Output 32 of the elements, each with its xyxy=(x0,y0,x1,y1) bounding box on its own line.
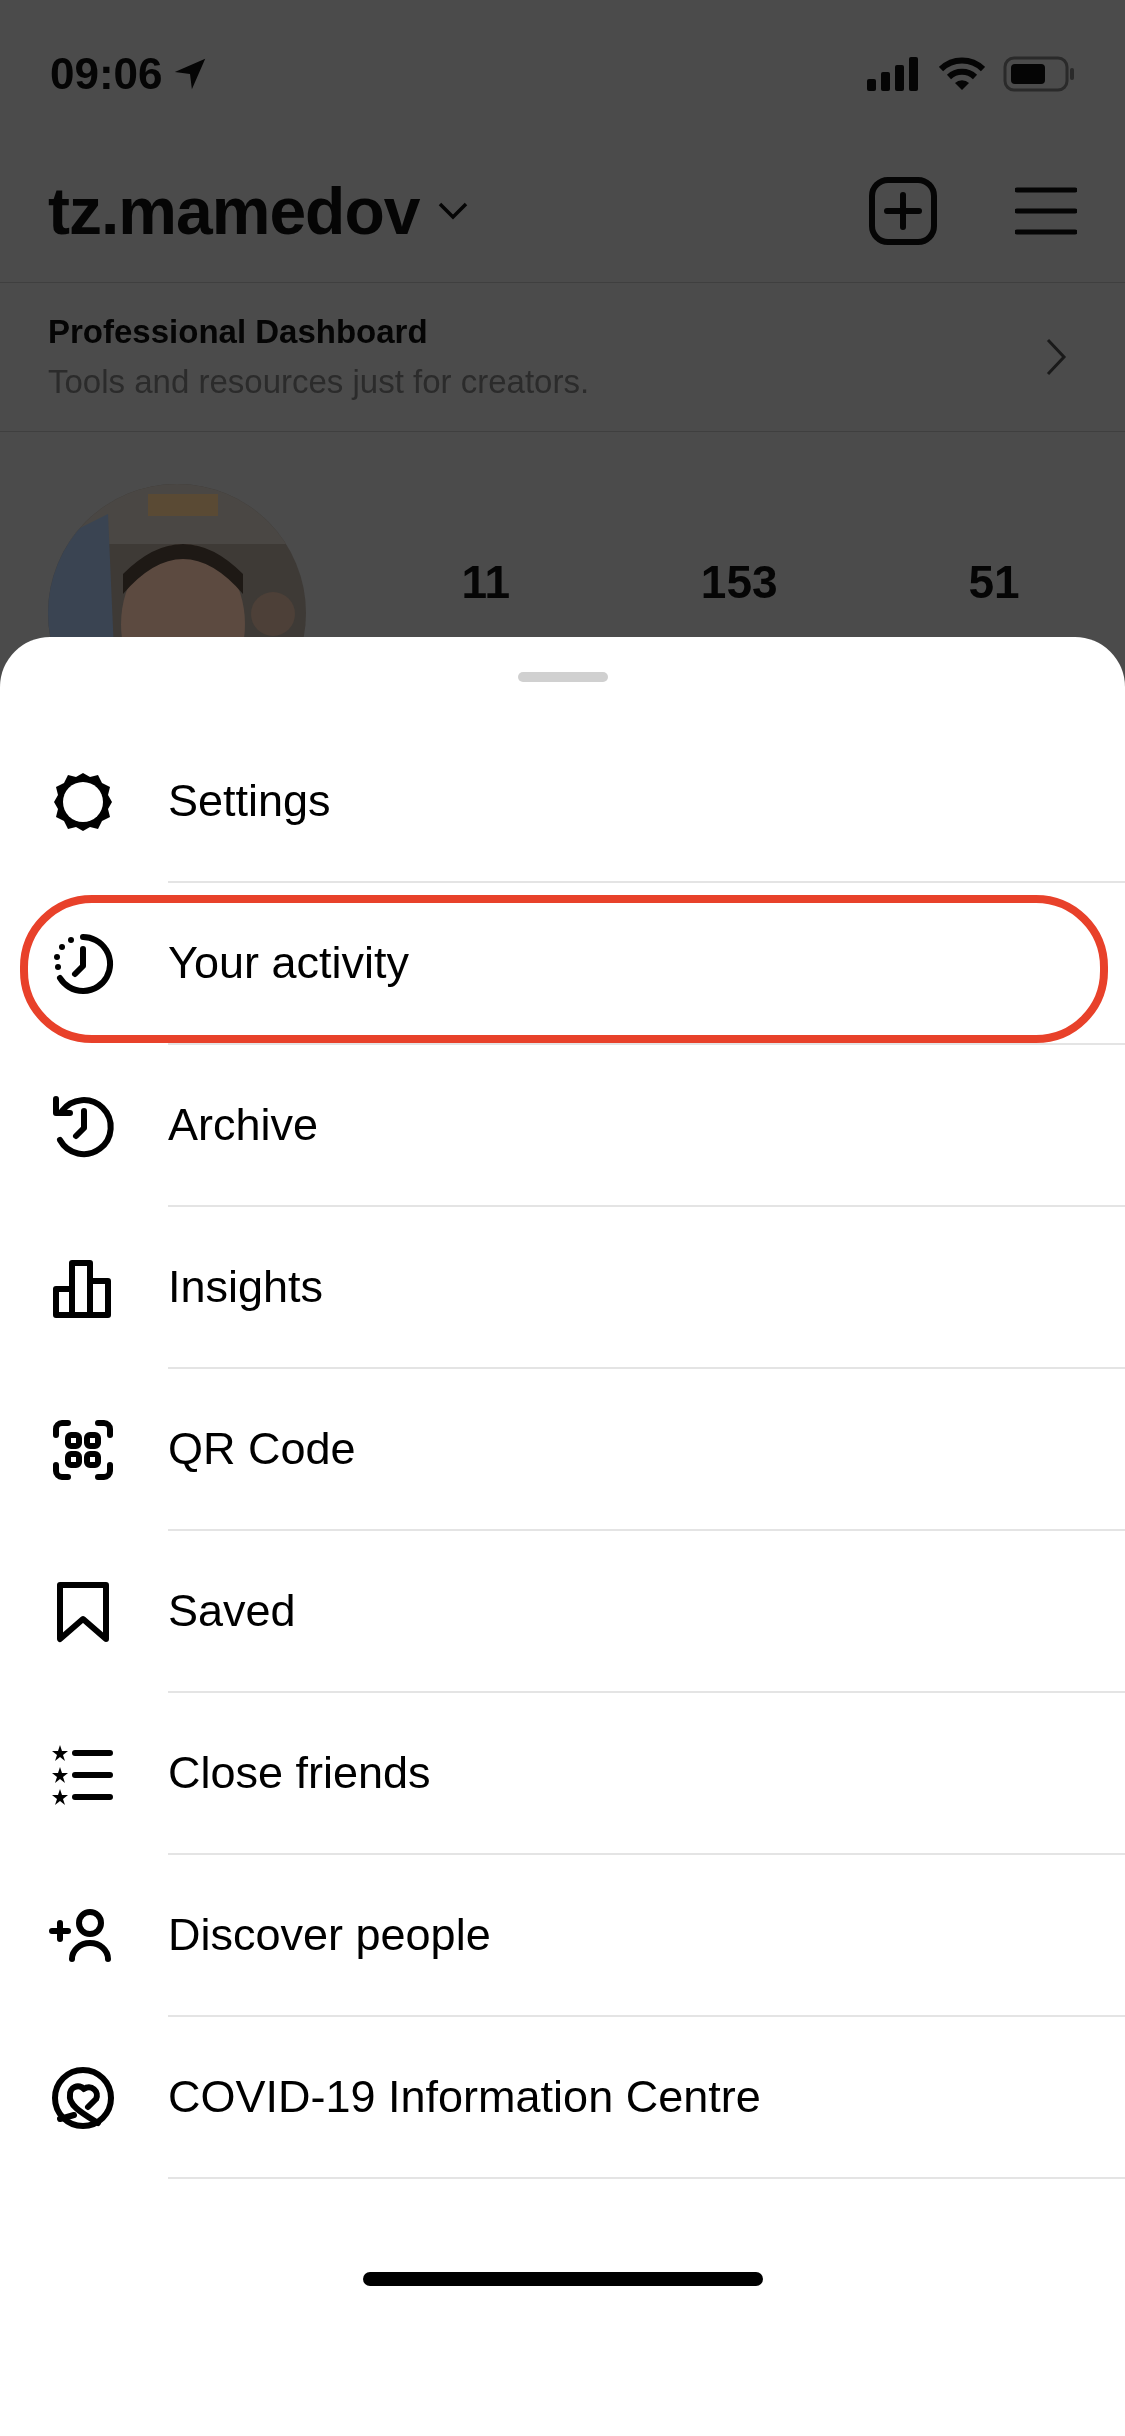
add-square-icon[interactable] xyxy=(869,177,937,245)
menu-item[interactable]: Discover people xyxy=(0,1855,1125,2017)
menu-icon[interactable] xyxy=(1015,186,1077,236)
menu-label: Settings xyxy=(168,774,331,829)
menu-item[interactable]: Archive xyxy=(0,1045,1125,1207)
menu-label: Your activity xyxy=(168,936,409,991)
chevron-down-icon[interactable] xyxy=(437,201,470,221)
menu-label: Insights xyxy=(168,1260,324,1315)
menu-item[interactable]: Settings xyxy=(0,721,1125,883)
menu-item[interactable]: COVID-19 Information Centre xyxy=(0,2017,1125,2179)
menu-label: Discover people xyxy=(168,1908,491,1963)
menu-item[interactable]: QR Code xyxy=(0,1369,1125,1531)
stat-count: 11 xyxy=(461,556,511,608)
stat-count: 153 xyxy=(700,556,778,608)
menu-label: Saved xyxy=(168,1584,296,1639)
menu-label: Archive xyxy=(168,1098,319,1153)
menu-label: COVID-19 Information Centre xyxy=(168,2070,761,2125)
menu-item[interactable]: Your activity xyxy=(0,883,1125,1045)
menu-label: Close friends xyxy=(168,1746,431,1801)
wifi-icon xyxy=(939,57,985,91)
menu-label: QR Code xyxy=(168,1422,356,1477)
menu-item[interactable]: Insights xyxy=(0,1207,1125,1369)
menu-item[interactable]: Saved xyxy=(0,1531,1125,1693)
signal-icon xyxy=(867,57,921,91)
drag-handle[interactable] xyxy=(517,672,608,682)
dashboard-title: Professional Dashboard xyxy=(48,313,429,351)
stat-count: 51 xyxy=(968,556,1020,608)
battery-icon xyxy=(1003,56,1075,92)
menu-item[interactable]: Close friends xyxy=(0,1693,1125,1855)
chevron-right-icon xyxy=(1045,337,1067,377)
username-title: tz.mamedov xyxy=(48,172,420,250)
status-time: 09:06 xyxy=(50,48,163,100)
